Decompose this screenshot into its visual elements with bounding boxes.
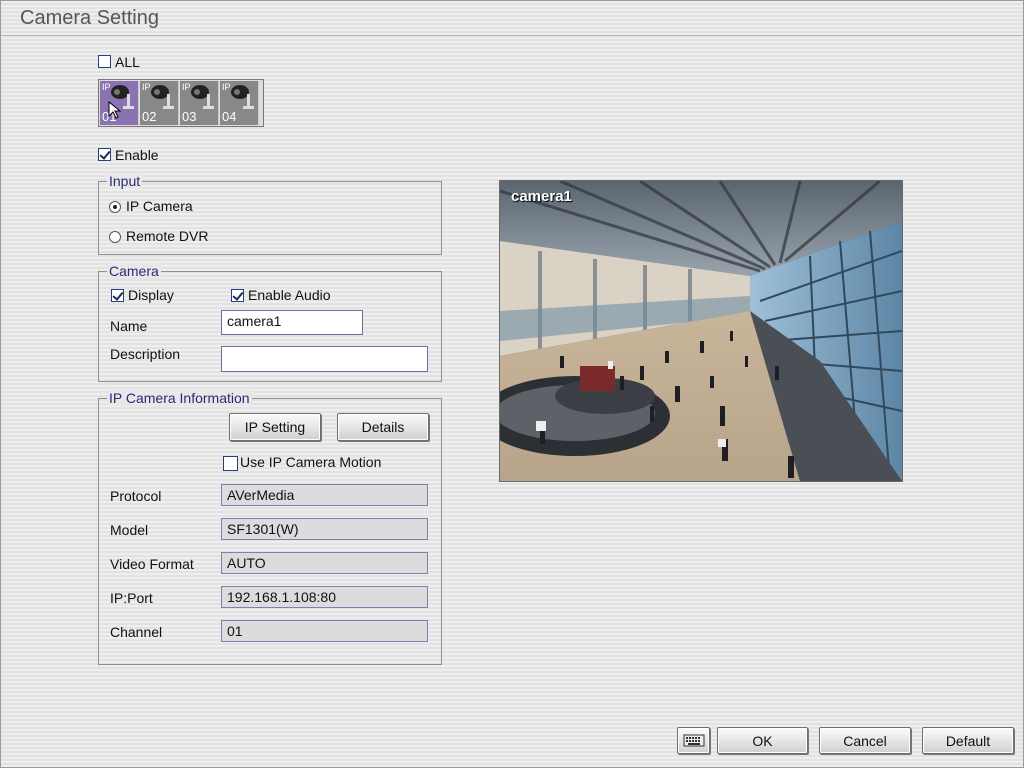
channel-field: 01: [221, 620, 428, 642]
camera-thumb-01[interactable]: IP 01: [100, 81, 139, 125]
protocol-field: AVerMedia: [221, 484, 428, 506]
model-field: SF1301(W): [221, 518, 428, 540]
description-label: Description: [110, 346, 181, 362]
all-checkbox[interactable]: [98, 55, 111, 68]
keyboard-button[interactable]: [677, 727, 710, 754]
name-label: Name: [110, 318, 148, 334]
display-label: Display: [128, 287, 174, 303]
preview-image: [500, 181, 902, 481]
video-format-field: AUTO: [221, 552, 428, 574]
camera-thumb-03[interactable]: IP 03: [180, 81, 219, 125]
use-ip-camera-motion-checkbox[interactable]: [223, 456, 238, 471]
camera-group-title: Camera: [107, 263, 161, 279]
camera-group: Camera Display Enable Audio Name camera1…: [98, 263, 442, 382]
channel-label: Channel: [110, 624, 163, 640]
all-label: ALL: [115, 54, 140, 70]
title-bar: Camera Setting: [1, 1, 1023, 36]
camera-selector: IP 01 IP 02 IP 03 IP 04: [98, 79, 264, 127]
enable-audio-label: Enable Audio: [248, 287, 331, 303]
camera-preview: camera1: [499, 180, 903, 482]
remote-dvr-radio[interactable]: [109, 231, 121, 243]
default-button[interactable]: Default: [922, 727, 1014, 754]
input-group-title: Input: [107, 173, 143, 189]
camera-number: 04: [222, 109, 237, 124]
ip-camera-radio[interactable]: [109, 201, 121, 213]
camera-thumb-04[interactable]: IP 04: [220, 81, 259, 125]
enable-checkbox[interactable]: [98, 148, 111, 161]
enable-label: Enable: [115, 147, 159, 163]
ip-port-label: IP:Port: [110, 590, 153, 606]
video-format-label: Video Format: [110, 556, 194, 572]
keyboard-icon: [683, 734, 704, 747]
protocol-label: Protocol: [110, 488, 162, 504]
ok-button[interactable]: OK: [717, 727, 808, 754]
ip-camera-label: IP Camera: [126, 198, 193, 214]
details-button[interactable]: Details: [337, 413, 429, 441]
camera-setting-window: Camera Setting ALL IP 01 IP 02 IP 03 IP 04 Enab…: [0, 0, 1024, 768]
camera-thumb-02[interactable]: IP 02: [140, 81, 179, 125]
ip-camera-info-group: IP Camera Information IP Setting Details…: [98, 390, 442, 665]
name-input[interactable]: camera1: [221, 310, 363, 335]
description-input[interactable]: [221, 346, 428, 372]
camera-number: 03: [182, 109, 197, 124]
model-label: Model: [110, 522, 149, 538]
window-title: Camera Setting: [20, 7, 159, 29]
enable-audio-checkbox[interactable]: [231, 289, 244, 302]
display-checkbox[interactable]: [111, 289, 124, 302]
camera-number: 02: [142, 109, 157, 124]
use-ip-camera-motion-label: Use IP Camera Motion: [240, 454, 382, 470]
remote-dvr-label: Remote DVR: [126, 228, 209, 244]
preview-camera-label: camera1: [511, 188, 572, 205]
cancel-button[interactable]: Cancel: [819, 727, 911, 754]
mouse-cursor-icon: [108, 101, 122, 119]
ip-camera-info-title: IP Camera Information: [107, 390, 252, 406]
input-group: Input IP Camera Remote DVR: [98, 173, 442, 255]
ip-port-field: 192.168.1.108:80: [221, 586, 428, 608]
ip-setting-button[interactable]: IP Setting: [229, 413, 321, 441]
